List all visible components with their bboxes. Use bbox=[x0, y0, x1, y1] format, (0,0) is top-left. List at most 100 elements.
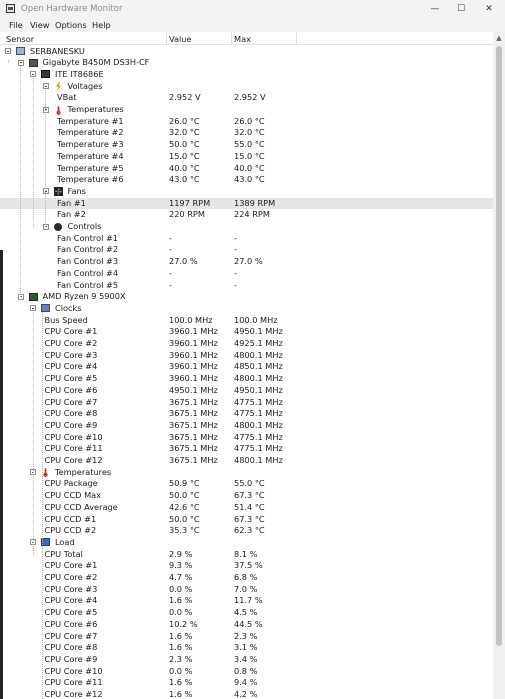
sensor-row[interactable]: Fan Control #5 - - bbox=[0, 280, 493, 292]
sensor-row[interactable]: CPU Core #1 9.3 % 37.5 % bbox=[0, 560, 493, 572]
computer-icon bbox=[16, 47, 25, 55]
tree-node[interactable]: ITE IT8686E bbox=[0, 69, 493, 81]
sensor-row[interactable]: Temperature #5 40.0 °C 40.0 °C bbox=[0, 163, 493, 175]
sensor-row[interactable]: CPU Core #12 1.6 % 4.2 % bbox=[0, 689, 493, 699]
sensor-row[interactable]: CPU CCD #1 50.0 °C 67.3 °C bbox=[0, 514, 493, 526]
sensor-row[interactable]: CPU Core #11 3675.1 MHz 4775.1 MHz bbox=[0, 443, 493, 455]
sensor-row[interactable]: CPU Core #7 1.6 % 2.3 % bbox=[0, 631, 493, 643]
sensor-row[interactable]: CPU CCD Average 42.6 °C 51.4 °C bbox=[0, 502, 493, 514]
tree-node[interactable]: AMD Ryzen 9 5900X bbox=[0, 291, 493, 303]
sensor-name: CPU Core #12 bbox=[44, 689, 103, 699]
sensor-value: 0.0 % bbox=[169, 665, 193, 676]
sensor-row[interactable]: CPU Core #11 1.6 % 9.4 % bbox=[0, 677, 493, 689]
sensor-row[interactable]: Fan Control #1 - - bbox=[0, 233, 493, 245]
sensor-row[interactable]: Fan Control #3 27.0 % 27.0 % bbox=[0, 256, 493, 268]
menu-view[interactable]: View bbox=[30, 20, 49, 30]
sensor-row[interactable]: Temperature #1 26.0 °C 26.0 °C bbox=[0, 116, 493, 128]
sensor-row[interactable]: Bus Speed 100.0 MHz 100.0 MHz bbox=[0, 315, 493, 327]
sensor-row[interactable]: CPU Core #8 3675.1 MHz 4775.1 MHz bbox=[0, 408, 493, 420]
sensor-row[interactable]: Fan Control #4 - - bbox=[0, 268, 493, 280]
sensor-row[interactable]: CPU Core #9 3675.1 MHz 4800.1 MHz bbox=[0, 420, 493, 432]
sensor-row[interactable]: CPU Package 50.9 °C 55.0 °C bbox=[0, 478, 493, 490]
close-button[interactable]: ✕ bbox=[476, 0, 502, 18]
sensor-row[interactable]: CPU Core #4 3960.1 MHz 4850.1 MHz bbox=[0, 361, 493, 373]
sensor-max: 11.7 % bbox=[234, 595, 263, 606]
sensor-name: CPU Core #8 bbox=[44, 408, 98, 419]
sensor-max: 67.3 °C bbox=[234, 513, 265, 524]
minimize-button[interactable]: — bbox=[422, 0, 448, 18]
tree-node[interactable]: Fans bbox=[0, 186, 493, 198]
sensor-row[interactable]: VBat 2.952 V 2.952 V bbox=[0, 92, 493, 104]
sensor-row[interactable]: CPU Core #3 3960.1 MHz 4800.1 MHz bbox=[0, 350, 493, 362]
maximize-button[interactable]: ☐ bbox=[448, 0, 474, 18]
collapse-toggle-icon[interactable] bbox=[30, 71, 36, 78]
sensor-name: CPU Package bbox=[44, 478, 98, 489]
collapse-toggle-icon[interactable] bbox=[5, 48, 11, 54]
sensor-row[interactable]: Fan Control #2 - - bbox=[0, 244, 493, 256]
sensor-max: - bbox=[234, 267, 237, 278]
column-header-sensor[interactable]: Sensor bbox=[6, 34, 34, 44]
tree-node[interactable]: Voltages bbox=[0, 81, 493, 93]
sensor-row[interactable]: CPU Core #12 3675.1 MHz 4800.1 MHz bbox=[0, 455, 493, 467]
scroll-up-arrow-icon[interactable]: ▲ bbox=[493, 32, 505, 44]
sensor-value: 3675.1 MHz bbox=[169, 443, 218, 454]
chip-icon bbox=[41, 70, 50, 79]
sensor-row[interactable]: CPU Core #8 1.6 % 3.1 % bbox=[0, 642, 493, 654]
sensor-row[interactable]: Temperature #2 32.0 °C 32.0 °C bbox=[0, 127, 493, 139]
sensor-name: Fan Control #2 bbox=[57, 244, 119, 255]
tree-node[interactable]: Temperatures bbox=[0, 104, 493, 116]
sensor-row[interactable]: CPU CCD #2 35.3 °C 62.3 °C bbox=[0, 525, 493, 537]
tree-node[interactable]: Gigabyte B450M DS3H-CF bbox=[0, 57, 493, 69]
sensor-row[interactable]: CPU Core #6 10.2 % 44.5 % bbox=[0, 619, 493, 631]
sensor-max: 55.0 °C bbox=[234, 478, 265, 489]
sensor-row[interactable]: CPU Core #6 4950.1 MHz 4950.1 MHz bbox=[0, 385, 493, 397]
tree-connector-line bbox=[32, 311, 34, 555]
board-icon bbox=[28, 58, 38, 67]
tree-node[interactable]: Load bbox=[0, 537, 493, 549]
fan-icon bbox=[53, 187, 63, 197]
sensor-row[interactable]: CPU Core #5 0.0 % 4.5 % bbox=[0, 607, 493, 619]
sensor-value: 3675.1 MHz bbox=[169, 419, 218, 430]
sensor-row[interactable]: CPU Core #2 3960.1 MHz 4925.1 MHz bbox=[0, 338, 493, 350]
sensor-row[interactable]: CPU Core #4 1.6 % 11.7 % bbox=[0, 595, 493, 607]
tree-node[interactable]: Controls bbox=[0, 221, 493, 233]
sensor-tree[interactable]: SERBANESKU Gigabyte B450M DS3H-CF ITE IT86… bbox=[0, 44, 493, 699]
sensor-name: CPU Core #2 bbox=[44, 338, 98, 348]
tree-node[interactable]: Temperatures bbox=[0, 467, 493, 479]
sensor-row[interactable]: CPU Core #10 3675.1 MHz 4775.1 MHz bbox=[0, 432, 493, 444]
sensor-row[interactable]: CPU Core #1 3960.1 MHz 4950.1 MHz bbox=[0, 326, 493, 338]
sensor-name: CPU Core #1 bbox=[44, 326, 98, 337]
sensor-row[interactable]: CPU Core #5 3960.1 MHz 4800.1 MHz bbox=[0, 373, 493, 385]
collapse-toggle-icon[interactable] bbox=[30, 305, 36, 312]
sensor-row[interactable]: CPU Core #9 2.3 % 3.4 % bbox=[0, 654, 493, 666]
sensor-row[interactable]: CPU CCD Max 50.0 °C 67.3 °C bbox=[0, 490, 493, 502]
sensor-row[interactable]: Temperature #4 15.0 °C 15.0 °C bbox=[0, 151, 493, 163]
sensor-max: 4850.1 MHz bbox=[234, 361, 283, 372]
sensor-row[interactable]: CPU Core #10 0.0 % 0.8 % bbox=[0, 666, 493, 678]
sensor-row[interactable]: Fan #1 1197 RPM 1389 RPM bbox=[0, 197, 493, 210]
menu-options[interactable]: Options bbox=[55, 20, 87, 30]
vertical-scrollbar[interactable]: ▲ bbox=[493, 32, 505, 699]
column-divider[interactable] bbox=[231, 32, 232, 44]
collapse-toggle-icon[interactable] bbox=[42, 83, 49, 90]
sensor-row[interactable]: CPU Core #7 3675.1 MHz 4775.1 MHz bbox=[0, 397, 493, 409]
tree-node[interactable]: SERBANESKU bbox=[0, 46, 493, 58]
scroll-thumb[interactable] bbox=[496, 46, 502, 646]
sensor-row[interactable]: Temperature #3 50.0 °C 55.0 °C bbox=[0, 139, 493, 151]
sensor-row[interactable]: CPU Total 2.9 % 8.1 % bbox=[0, 549, 493, 561]
title-bar[interactable]: Open Hardware Monitor — ☐ ✕ bbox=[0, 0, 505, 18]
sensor-row[interactable]: Fan #2 220 RPM 224 RPM bbox=[0, 209, 493, 221]
column-divider[interactable] bbox=[166, 32, 167, 44]
collapse-toggle-icon[interactable] bbox=[17, 59, 24, 66]
menu-file[interactable]: File bbox=[9, 20, 23, 30]
column-divider[interactable] bbox=[296, 32, 297, 44]
tree-node[interactable]: Clocks bbox=[0, 303, 493, 315]
sensor-max: 55.0 °C bbox=[234, 139, 265, 150]
column-header-value[interactable]: Value bbox=[169, 34, 191, 44]
sensor-name: CPU Core #3 bbox=[44, 583, 98, 594]
column-header-max[interactable]: Max bbox=[234, 34, 251, 44]
sensor-row[interactable]: CPU Core #3 0.0 % 7.0 % bbox=[0, 584, 493, 596]
menu-help[interactable]: Help bbox=[92, 20, 111, 30]
sensor-row[interactable]: Temperature #6 43.0 °C 43.0 °C bbox=[0, 174, 493, 186]
sensor-row[interactable]: CPU Core #2 4.7 % 6.8 % bbox=[0, 572, 493, 584]
